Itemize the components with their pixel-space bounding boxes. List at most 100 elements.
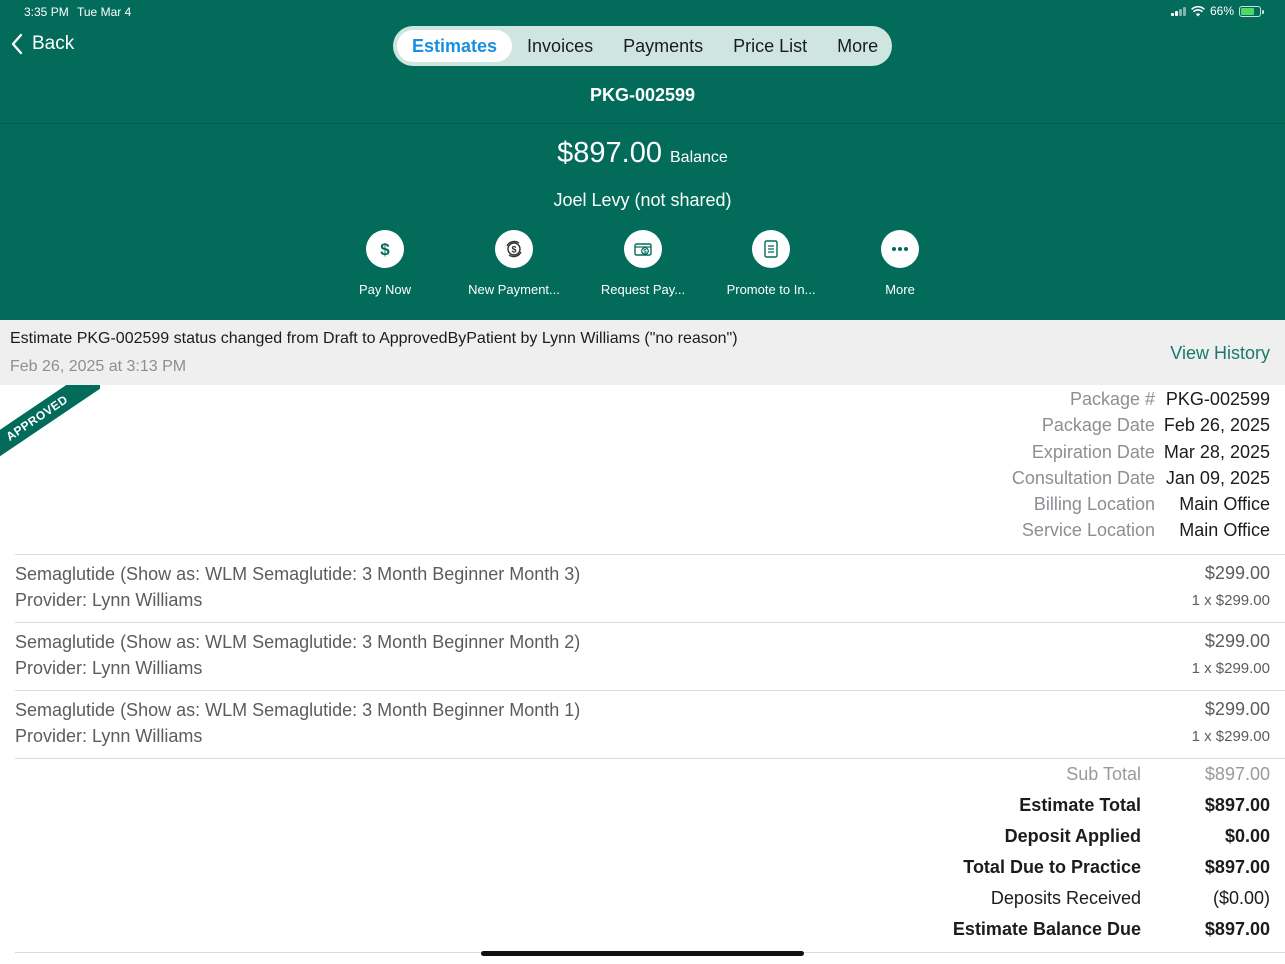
line-item-quantity: 1 x $299.00 [1191, 728, 1270, 745]
back-button[interactable]: Back [10, 33, 74, 55]
wifi-icon [1191, 5, 1205, 16]
total-row-deposits-received: Deposits Received ($0.00) [953, 888, 1270, 919]
battery-icon [1239, 5, 1264, 17]
patient-name[interactable]: Joel Levy (not shared) [0, 190, 1285, 211]
line-item[interactable]: Semaglutide (Show as: WLM Semaglutide: 3… [15, 623, 1270, 691]
chevron-left-icon [11, 33, 23, 55]
status-indicators: 66% [1170, 4, 1264, 18]
info-value: Main Office [1179, 520, 1270, 541]
line-item[interactable]: Semaglutide (Show as: WLM Semaglutide: 3… [15, 555, 1270, 623]
line-item-quantity: 1 x $299.00 [1191, 660, 1270, 677]
info-key: Package Date [1041, 415, 1155, 436]
line-item-name: Semaglutide (Show as: WLM Semaglutide: 3… [15, 632, 581, 652]
total-row-total-due: Total Due to Practice $897.00 [953, 857, 1270, 888]
promote-to-invoice-button[interactable]: Promote to In... [706, 230, 836, 297]
payment-plan-icon: $ [495, 230, 533, 268]
back-label: Back [32, 33, 75, 54]
total-value: $897.00 [1204, 795, 1270, 815]
total-value: $897.00 [1204, 919, 1270, 939]
request-payment-button[interactable]: $ Request Pay... [578, 230, 708, 297]
total-row-estimate-total: Estimate Total $897.00 [953, 795, 1270, 826]
total-value: ($0.00) [1212, 888, 1270, 908]
status-date: Tue Mar 4 [77, 5, 132, 19]
line-item-total: $299.00 [1204, 631, 1270, 651]
total-value: $0.00 [1224, 826, 1270, 846]
info-key: Consultation Date [1011, 467, 1155, 488]
pay-now-button[interactable]: $ Pay Now [320, 230, 450, 297]
total-label: Sub Total [1066, 764, 1141, 784]
invoice-icon [752, 230, 790, 268]
info-key: Expiration Date [1031, 441, 1155, 462]
new-payment-button[interactable]: $ New Payment... [449, 230, 579, 297]
total-label: Estimate Balance Due [952, 919, 1141, 939]
line-item-total: $299.00 [1204, 699, 1270, 719]
total-value: $897.00 [1204, 764, 1270, 784]
svg-text:$: $ [511, 245, 516, 255]
pay-now-label: Pay Now [358, 282, 412, 297]
status-time: 3:35 PM [24, 5, 69, 19]
total-label: Deposits Received [990, 888, 1141, 908]
info-value: Mar 28, 2025 [1163, 441, 1270, 462]
tab-invoices[interactable]: Invoices [512, 30, 608, 62]
more-actions-button[interactable]: More [835, 230, 965, 297]
promote-to-invoice-label: Promote to In... [726, 282, 816, 297]
divider [15, 758, 1285, 759]
info-row-expiration-date: Expiration Date Mar 28, 2025 [1012, 442, 1270, 468]
info-row-billing-location: Billing Location Main Office [1012, 494, 1270, 520]
battery-percent: 66% [1209, 4, 1234, 18]
page-title: PKG-002599 [589, 85, 696, 105]
info-value: PKG-002599 [1165, 389, 1270, 409]
new-payment-label: New Payment... [468, 282, 560, 297]
more-actions-label: More [885, 282, 915, 297]
tab-price-list[interactable]: Price List [718, 30, 822, 62]
header: 3:35 PM Tue Mar 4 66% Back Estimates Inv… [0, 0, 1285, 320]
line-item-name: Semaglutide (Show as: WLM Semaglutide: 3… [15, 700, 581, 720]
request-payment-label: Request Pay... [600, 282, 686, 297]
line-item[interactable]: Semaglutide (Show as: WLM Semaglutide: 3… [15, 691, 1270, 759]
header-divider [0, 123, 1285, 124]
notice-date: Feb 26, 2025 at 3:13 PM [10, 358, 187, 375]
totals-summary: Sub Total $897.00 Estimate Total $897.00… [953, 764, 1270, 950]
line-item-provider: Provider: Lynn Williams [15, 726, 203, 746]
total-label: Estimate Total [1019, 795, 1141, 815]
info-row-consultation-date: Consultation Date Jan 09, 2025 [1012, 468, 1270, 494]
tab-more[interactable]: More [822, 30, 893, 62]
info-row-package-date: Package Date Feb 26, 2025 [1012, 415, 1270, 441]
info-key: Package # [1069, 389, 1155, 409]
total-row-sub-total: Sub Total $897.00 [953, 764, 1270, 795]
approved-ribbon-container: APPROVED [0, 385, 100, 465]
tab-estimates[interactable]: Estimates [397, 30, 513, 62]
tab-payments[interactable]: Payments [608, 30, 718, 62]
info-value: Jan 09, 2025 [1165, 467, 1270, 488]
info-key: Service Location [1021, 520, 1155, 541]
status-bar: 3:35 PM Tue Mar 4 66% [0, 0, 1285, 24]
package-info: Package # PKG-002599 Package Date Feb 26… [1012, 389, 1270, 547]
notice-text: Estimate PKG-002599 status changed from … [10, 330, 738, 347]
total-row-deposit-applied: Deposit Applied $0.00 [953, 826, 1270, 857]
status-change-notice: Estimate PKG-002599 status changed from … [0, 320, 1285, 385]
balance-label: Balance [670, 149, 728, 166]
info-row-package-number: Package # PKG-002599 [1012, 389, 1270, 415]
line-item-provider: Provider: Lynn Williams [15, 590, 203, 610]
total-row-balance-due: Estimate Balance Due $897.00 [953, 919, 1270, 950]
request-payment-icon: $ [624, 230, 662, 268]
balance-summary: $897.00 Balance [0, 137, 1285, 170]
info-key: Billing Location [1033, 494, 1155, 515]
dollar-icon: $ [366, 230, 404, 268]
home-indicator[interactable] [481, 951, 804, 956]
info-row-service-location: Service Location Main Office [1012, 520, 1270, 546]
total-label: Total Due to Practice [963, 857, 1141, 877]
total-value: $897.00 [1204, 857, 1270, 877]
balance-amount: $897.00 [557, 137, 662, 169]
svg-text:$: $ [380, 240, 390, 259]
line-item-total: $299.00 [1204, 563, 1270, 583]
ellipsis-icon [881, 230, 919, 268]
info-value: Feb 26, 2025 [1163, 415, 1270, 436]
total-label: Deposit Applied [1004, 826, 1141, 846]
info-value: Main Office [1179, 494, 1270, 515]
line-item-quantity: 1 x $299.00 [1191, 592, 1270, 609]
approved-ribbon: APPROVED [0, 385, 100, 465]
view-history-link[interactable]: View History [1170, 343, 1270, 364]
cellular-signal-icon [1170, 6, 1186, 16]
line-item-provider: Provider: Lynn Williams [15, 658, 203, 678]
